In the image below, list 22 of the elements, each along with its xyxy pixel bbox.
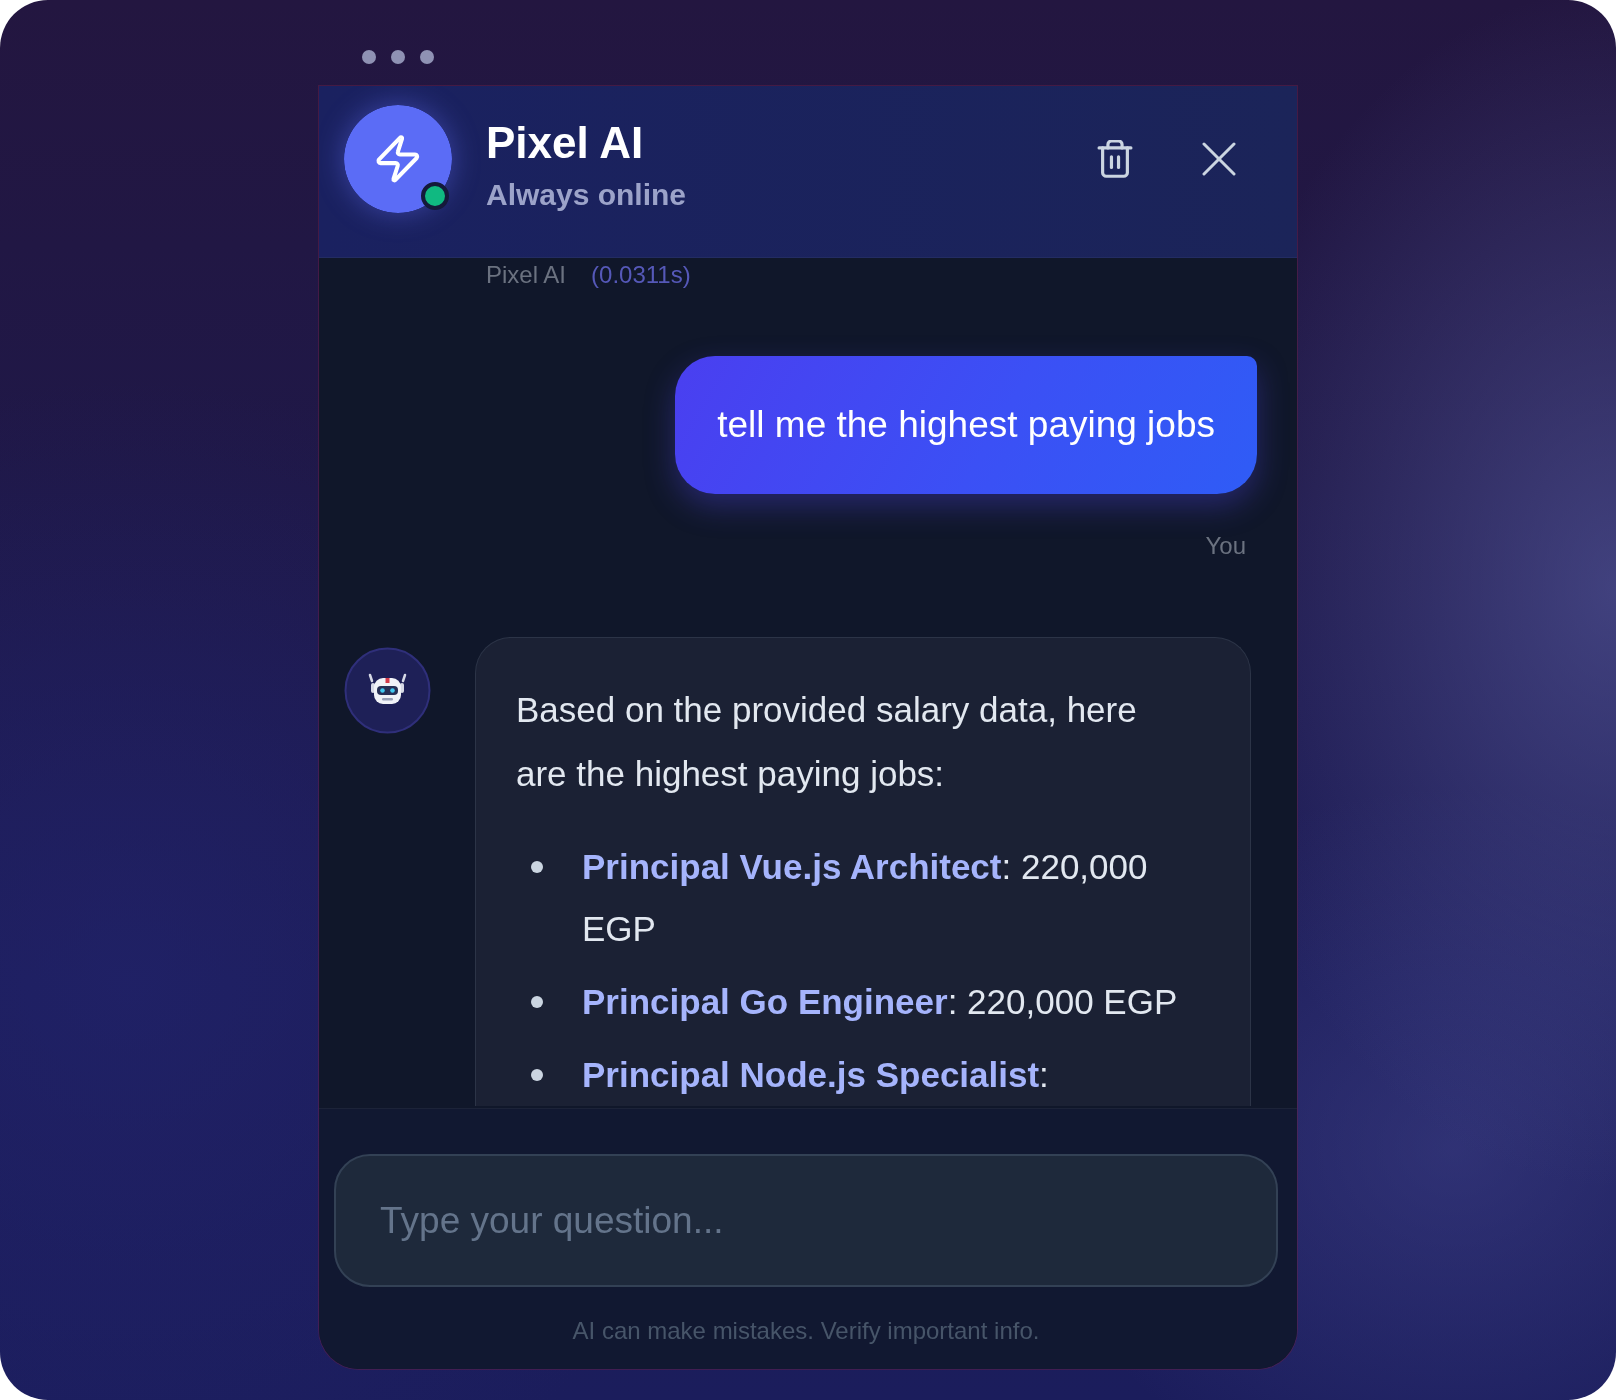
question-input[interactable]: Type your question... [334,1154,1278,1287]
sender-name: You [1205,531,1246,561]
dot-icon [420,50,434,64]
user-message: tell me the highest paying jobs [675,356,1257,494]
disclaimer-text: AI can make mistakes. Verify important info. [571,1316,1041,1346]
bullet-icon [531,861,543,873]
close-icon [1202,141,1236,176]
list-item: Principal Go Engineer: 220,000 EGP [582,981,1178,1023]
status-text: Always online [486,176,687,213]
trash-icon [1097,139,1133,178]
message-text: Based on the provided salary data, here are the highest paying jobs: [516,689,1138,795]
robot-icon [344,647,431,734]
list-item: Principal Vue.js Architect: 220,000 EGP [582,846,1149,950]
assistant-name: Pixel AI [486,118,645,167]
sender-name: Pixel AI [486,260,567,290]
bullet-icon [531,996,543,1008]
response-time: (0.0311s) [591,260,691,290]
lightning-icon [344,104,452,213]
dot-icon [362,50,376,64]
dot-icon [391,50,405,64]
list-item: Principal Node.js Specialist: [582,1054,1049,1096]
bullet-icon [531,1069,543,1081]
